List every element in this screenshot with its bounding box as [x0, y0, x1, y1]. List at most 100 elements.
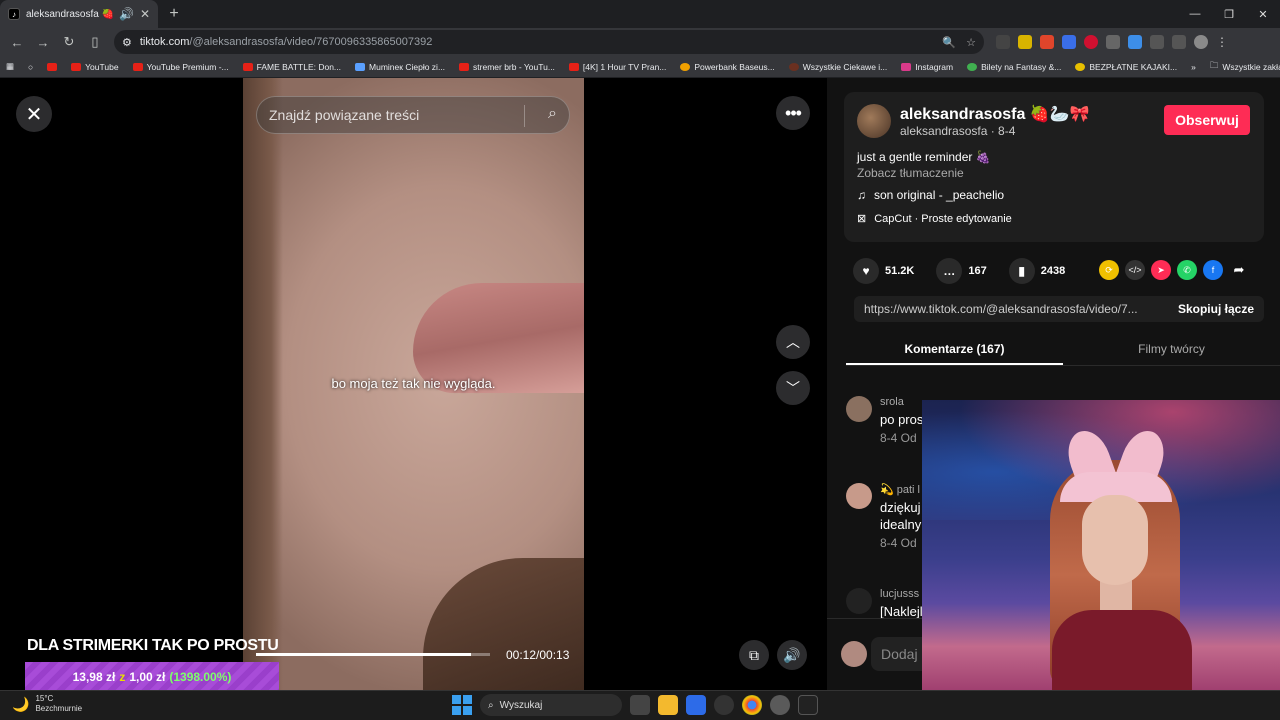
creator-avatar[interactable]	[857, 104, 891, 138]
bookmark-item[interactable]: Bilety na Fantasy &...	[967, 62, 1061, 72]
tab-creator-videos[interactable]: Filmy twórcy	[1063, 338, 1280, 365]
tiktok-favicon-icon: ♪	[8, 8, 20, 20]
repost-icon[interactable]: ⟳	[1099, 260, 1119, 280]
sidepanel-icon[interactable]: ▯	[84, 31, 106, 53]
forward-icon[interactable]: →	[32, 31, 54, 53]
comment-icon[interactable]: …	[936, 258, 963, 284]
extension-icon[interactable]	[1018, 35, 1032, 49]
youtube-icon	[47, 62, 58, 71]
previous-video-button[interactable]: ︿	[776, 325, 810, 359]
file-explorer-icon[interactable]	[658, 695, 678, 715]
bookmark-circle-icon[interactable]: ○	[28, 62, 33, 72]
bookmark-item[interactable]: Instagram	[901, 62, 953, 72]
search-icon[interactable]: ⌕	[548, 105, 557, 123]
task-view-icon[interactable]	[630, 695, 650, 715]
browser-menu-icon[interactable]: ⋮	[1216, 35, 1230, 49]
whatsapp-icon[interactable]: ✆	[1177, 260, 1197, 280]
weather-widget[interactable]: 🌙 15°C Bezchmurnie	[12, 694, 82, 714]
see-translation-link[interactable]: Zobacz tłumaczenie	[857, 166, 964, 180]
copy-link-button[interactable]: Skopiuj łącze	[1178, 302, 1254, 316]
pip-button[interactable]: ⧉	[739, 640, 769, 670]
all-bookmarks[interactable]: 🗀Wszystkie zakładki	[1210, 60, 1280, 74]
window-close-icon[interactable]: ✕	[1246, 0, 1280, 28]
bookmark-item[interactable]: Powerbank Baseus...	[680, 62, 775, 72]
zoom-icon[interactable]: 🔍	[942, 36, 956, 49]
back-icon[interactable]: ←	[6, 31, 28, 53]
bookmark-item[interactable]: stremer brb - YouTu...	[459, 62, 555, 72]
related-search-input[interactable]: Znajdź powiązane treści ⌕	[256, 96, 570, 134]
comment-meta: 8-4 Od	[880, 536, 917, 550]
profile-avatar-icon[interactable]	[1194, 35, 1208, 49]
search-icon: ⌕	[488, 699, 494, 711]
extension-icon[interactable]	[1084, 35, 1098, 49]
video-info-card: aleksandrasosfa 🍓🦢🎀 aleksandrasosfa · 8-…	[844, 92, 1264, 242]
extensions-puzzle-icon[interactable]	[1150, 35, 1164, 49]
maximize-icon[interactable]: ❐	[1212, 0, 1246, 28]
bookmark-item[interactable]: Wszystkie Ciekawe i...	[788, 62, 887, 72]
capcut-link[interactable]: ⊠ CapCut · Proste edytowanie	[857, 212, 1012, 226]
comment-username[interactable]: lucjusss	[880, 588, 923, 600]
extension-icon[interactable]	[1106, 35, 1120, 49]
close-video-button[interactable]: ✕	[16, 96, 52, 132]
bookmark-item[interactable]: YouTube Premium -...	[132, 62, 229, 72]
creator-name[interactable]: aleksandrasosfa 🍓🦢🎀	[900, 104, 1090, 124]
new-tab-icon[interactable]: +	[164, 4, 184, 24]
send-icon[interactable]: ➤	[1151, 260, 1171, 280]
extension-icon[interactable]	[1128, 35, 1142, 49]
bookmark-icon[interactable]: ▮	[1008, 258, 1035, 284]
tab-audio-icon[interactable]: 🔊	[119, 7, 134, 21]
share-arrow-icon[interactable]: ➦	[1229, 260, 1249, 280]
windows-start-icon[interactable]	[452, 695, 472, 715]
more-bookmarks-icon[interactable]: »	[1191, 62, 1196, 72]
bookmark-item[interactable]: YouTube	[71, 61, 119, 72]
taskbar-apps: ⌕ Wyszukaj	[452, 694, 818, 716]
bookmark-item[interactable]: [4K] 1 Hour TV Pran...	[568, 62, 666, 72]
bookmark-item[interactable]	[47, 62, 58, 71]
next-video-button[interactable]: ﹀	[776, 371, 810, 405]
reading-list-icon[interactable]	[1172, 35, 1186, 49]
video-progress-bar[interactable]	[256, 653, 490, 656]
comment-username[interactable]: 💫 pati l	[880, 483, 921, 496]
reload-icon[interactable]: ↻	[58, 31, 80, 53]
chrome-icon[interactable]	[742, 695, 762, 715]
webcam-face	[1082, 495, 1148, 585]
video-link-field[interactable]: https://www.tiktok.com/@aleksandrasosfa/…	[854, 296, 1264, 322]
apps-grid-icon[interactable]: ▦	[6, 61, 14, 72]
bookmark-label: Wszystkie zakładki	[1222, 61, 1280, 72]
search-divider	[524, 105, 525, 127]
volume-button[interactable]: 🔊	[777, 640, 807, 670]
bookmark-item[interactable]: BEZPŁATNE KAJAKI...	[1075, 62, 1177, 72]
music-link[interactable]: ♫ son original - _peachelio	[857, 188, 1004, 202]
bookmark-label: Instagram	[915, 61, 954, 72]
terminal-icon[interactable]	[798, 695, 818, 715]
app-icon[interactable]	[714, 695, 734, 715]
video-frame-hair	[423, 558, 584, 690]
follow-button[interactable]: Obserwuj	[1164, 105, 1250, 135]
embed-code-icon[interactable]: </>	[1125, 260, 1145, 280]
site-info-icon[interactable]: ⚙	[122, 36, 132, 49]
store-icon[interactable]	[686, 695, 706, 715]
facebook-icon[interactable]: f	[1203, 260, 1223, 280]
bookmark-label: FAME BATTLE: Don...	[256, 61, 342, 72]
extension-icon[interactable]	[1040, 35, 1054, 49]
tab-close-icon[interactable]: ✕	[140, 7, 150, 21]
taskbar-search[interactable]: ⌕ Wyszukaj	[480, 694, 622, 716]
more-options-button[interactable]: •••	[776, 96, 810, 130]
settings-gear-icon[interactable]	[770, 695, 790, 715]
minimize-icon[interactable]: —	[1178, 0, 1212, 28]
extension-icon[interactable]	[1062, 35, 1076, 49]
bookmark-item[interactable]: FAME BATTLE: Don...	[242, 61, 342, 72]
bookmark-star-icon[interactable]: ☆	[966, 36, 976, 49]
commenter-avatar[interactable]	[846, 483, 872, 509]
like-heart-icon[interactable]: ♥	[853, 258, 879, 284]
commenter-avatar[interactable]	[846, 588, 872, 614]
bookmark-item[interactable]: Mumineк Ciepło zi...	[355, 62, 445, 72]
current-user-avatar	[841, 641, 867, 667]
extension-icon[interactable]	[996, 35, 1010, 49]
bookmark-label: YouTube	[85, 61, 119, 72]
commenter-avatar[interactable]	[846, 396, 872, 422]
browser-tab[interactable]: ♪ aleksandrasosfa 🍓🦢🎀 ( 🔊 ✕	[0, 0, 158, 28]
comment-username[interactable]: srola	[880, 396, 923, 408]
address-bar[interactable]: ⚙ tiktok.com/@aleksandrasosfa/video/7670…	[114, 30, 984, 54]
tab-comments[interactable]: Komentarze (167)	[846, 338, 1063, 365]
